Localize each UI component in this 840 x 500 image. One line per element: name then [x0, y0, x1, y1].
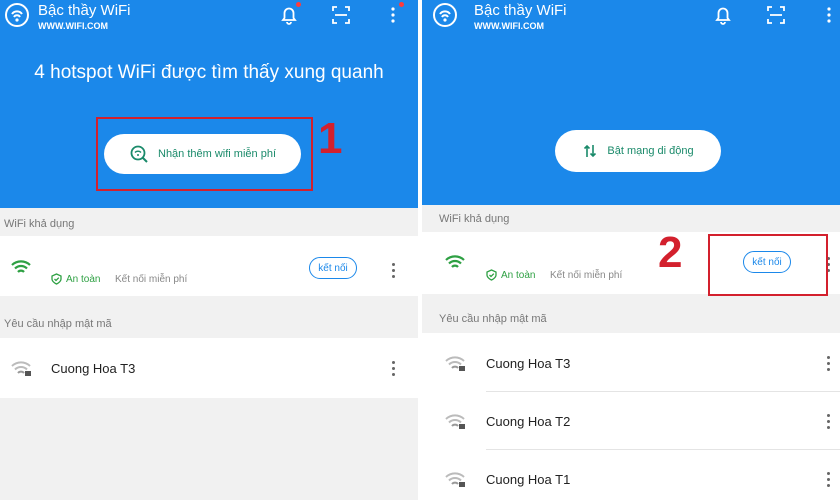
safe-label: An toàn: [501, 269, 536, 281]
header: Bậc thầy WiFi WWW.WIFI.COM Bật mạng di đ…: [422, 0, 840, 205]
wifi-lock-icon: [11, 361, 31, 376]
wifi-logo-icon: [433, 3, 457, 27]
app-title: Bậc thầy WiFi: [38, 2, 131, 19]
safe-label: An toàn: [66, 273, 101, 285]
step-2-highlight: [708, 234, 828, 296]
wifi-signal-icon: [11, 260, 31, 273]
available-network-row[interactable]: An toàn Kết nối miễn phí kết nối: [0, 236, 418, 296]
data-toggle-icon: [584, 144, 597, 158]
shield-check-icon: [51, 273, 62, 285]
network-name: Cuong Hoa T3: [486, 356, 571, 371]
notification-dot: [296, 2, 301, 7]
free-connect-label: Kết nối miễn phí: [115, 274, 188, 285]
wifi-lock-icon: [445, 414, 465, 429]
locked-network-list: Cuong Hoa T3 Cuong Hoa T2 Cuong Hoa T1: [422, 333, 840, 500]
mobile-data-button[interactable]: Bật mạng di động: [555, 130, 721, 172]
step-1-highlight: [96, 117, 313, 191]
right-screenshot: Bậc thầy WiFi WWW.WIFI.COM Bật mạng di đ…: [422, 0, 840, 500]
row-divider: [486, 391, 840, 392]
step-2-number: 2: [658, 228, 683, 277]
bell-icon[interactable]: [712, 4, 734, 26]
row-menu-icon[interactable]: [827, 472, 831, 487]
scan-icon[interactable]: [765, 4, 787, 26]
locked-network-row[interactable]: Cuong Hoa T3: [0, 338, 418, 398]
free-connect-label: Kết nối miễn phí: [550, 270, 623, 281]
row-menu-icon[interactable]: [827, 356, 831, 371]
row-menu-icon[interactable]: [392, 263, 396, 278]
network-name: Cuong Hoa T3: [51, 361, 136, 376]
more-vertical-icon[interactable]: [818, 4, 840, 26]
network-name: Cuong Hoa T2: [486, 414, 571, 429]
network-name: Cuong Hoa T1: [486, 472, 571, 487]
safe-badge: An toàn: [486, 269, 535, 281]
safe-badge: An toàn: [51, 273, 100, 285]
available-section-label: WiFi khả dụng: [4, 218, 75, 230]
mobile-data-label: Bật mạng di động: [607, 145, 694, 157]
connect-button[interactable]: kết nối: [309, 257, 357, 279]
app-url: WWW.WIFI.COM: [38, 21, 108, 31]
wifi-lock-icon: [445, 472, 465, 487]
row-divider: [486, 449, 840, 450]
row-menu-icon[interactable]: [827, 414, 831, 429]
password-section-label: Yêu cầu nhập mật mã: [439, 313, 547, 325]
hotspot-count-headline: 4 hotspot WiFi được tìm thấy xung quanh: [34, 62, 384, 83]
available-section-label: WiFi khả dụng: [439, 213, 510, 225]
bell-icon[interactable]: [278, 4, 300, 26]
wifi-signal-icon: [445, 255, 465, 268]
wifi-logo-icon: [5, 3, 29, 27]
more-vertical-icon[interactable]: [382, 4, 404, 26]
row-menu-icon[interactable]: [392, 361, 396, 376]
left-screenshot: Bậc thầy WiFi WWW.WIFI.COM 4 hotspot WiF…: [0, 0, 418, 500]
step-1-number: 1: [318, 114, 343, 163]
scan-icon[interactable]: [330, 4, 352, 26]
app-url: WWW.WIFI.COM: [474, 21, 544, 31]
menu-dot: [399, 2, 404, 7]
shield-check-icon: [486, 269, 497, 281]
wifi-lock-icon: [445, 356, 465, 371]
app-title: Bậc thầy WiFi: [474, 2, 567, 19]
password-section-label: Yêu cầu nhập mật mã: [4, 318, 112, 330]
